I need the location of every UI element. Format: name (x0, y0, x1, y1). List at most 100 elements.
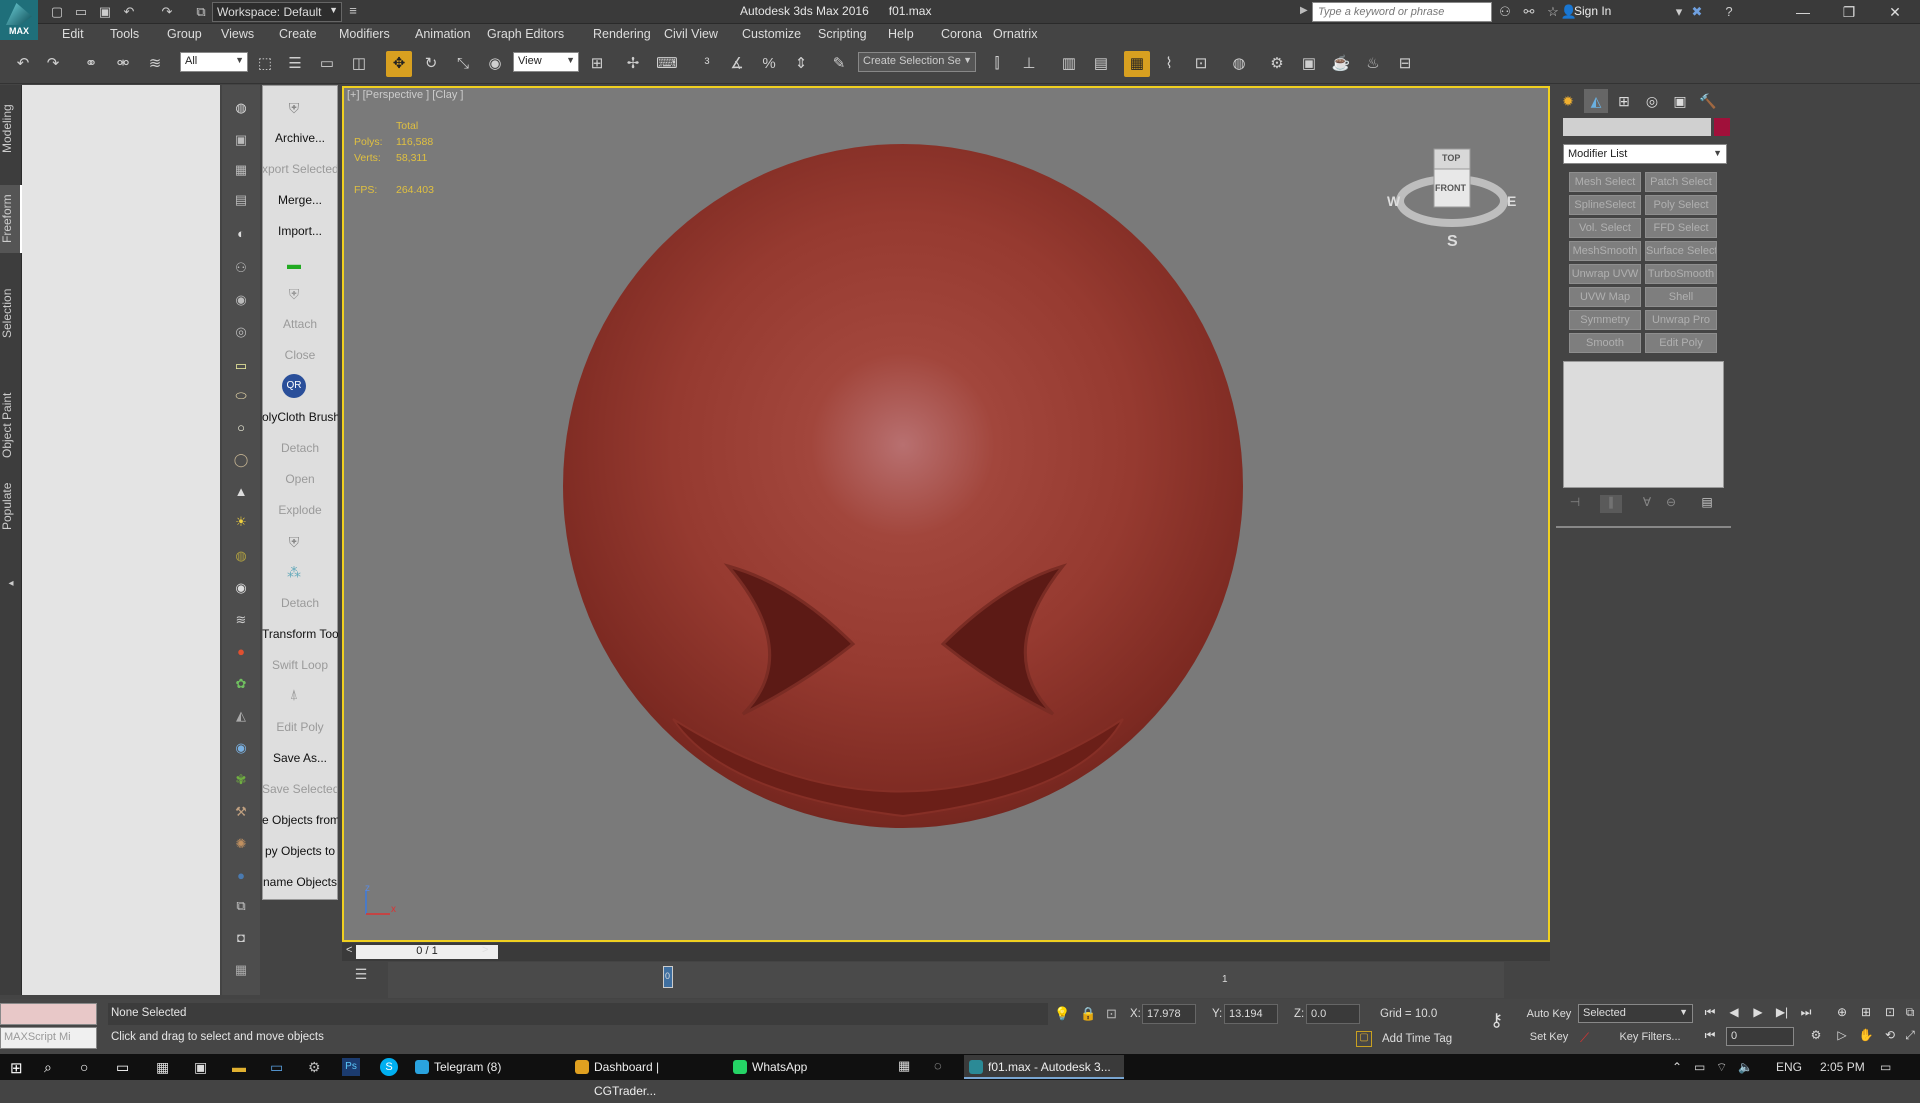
selection-filter-dropdown[interactable]: All ▼ (180, 52, 248, 72)
modifier-button-symmetry[interactable]: Symmetry (1569, 310, 1641, 330)
render-production-icon[interactable]: ☕ (1328, 51, 1354, 77)
ribbon-tab-selection[interactable]: Selection (0, 282, 22, 344)
menu-animation[interactable]: Animation (415, 27, 471, 41)
menu-graph-editors[interactable]: Graph Editors (487, 27, 564, 41)
selection-lock-icon[interactable]: 🔒 (1080, 1006, 1096, 1022)
menu-modifiers[interactable]: Modifiers (339, 27, 390, 41)
command-olycloth-brush[interactable]: olyCloth Brush (262, 406, 338, 428)
restore-icon[interactable]: ❐ (1826, 0, 1872, 24)
redo-icon[interactable]: ↷ (158, 3, 176, 21)
command-swift-loop[interactable]: Swift Loop (262, 654, 338, 676)
named-selection-set-dropdown[interactable]: Create Selection Se ▼ (858, 52, 976, 72)
snaps-toggle-icon[interactable]: ³ (694, 51, 720, 77)
command-transform-tool[interactable]: Transform Tool (262, 623, 338, 645)
auto-key-button[interactable]: Auto Key (1524, 1004, 1574, 1024)
time-slider-thumb[interactable]: 0 / 1 (356, 945, 498, 959)
ribbon-tab-populate[interactable]: Populate (0, 475, 22, 537)
render-iterative-icon[interactable]: ♨ (1360, 51, 1386, 77)
show-end-result-icon[interactable]: ∥ (1600, 495, 1622, 513)
track-bar[interactable] (388, 962, 1504, 998)
orbit-icon[interactable]: ⟲ (1880, 1028, 1900, 1046)
modifier-button-vol-select[interactable]: Vol. Select (1569, 218, 1641, 238)
modifier-button-poly-select[interactable]: Poly Select (1645, 195, 1717, 215)
align-objects-icon[interactable]: ◘ (229, 926, 253, 950)
reference-coordinate-dropdown[interactable]: View ▼ (513, 52, 579, 72)
project-folder-icon[interactable]: ⧉ (192, 3, 210, 21)
select-manipulate-icon[interactable]: ✢ (620, 51, 646, 77)
zoom-extents-all-icon[interactable]: ⧉ (1900, 1005, 1920, 1023)
maximize-viewport-icon[interactable]: ⤢ (1900, 1028, 1920, 1046)
schematic-view-icon[interactable]: ⊡ (1188, 51, 1214, 77)
command-explode[interactable]: Explode (262, 499, 338, 521)
curve-editor-icon[interactable]: ⌇ (1156, 51, 1182, 77)
network-icon[interactable]: ▭ (1694, 1060, 1705, 1074)
pivot-center-icon[interactable]: ⊞ (584, 51, 610, 77)
align-icon[interactable]: ⊥ (1016, 51, 1042, 77)
edit-poly-icon[interactable]: ⍋ (282, 682, 306, 706)
menu-group[interactable]: Group (167, 27, 202, 41)
sun-light-icon[interactable]: ☀ (229, 510, 253, 534)
skype-icon[interactable]: S (380, 1058, 398, 1076)
layer-icon[interactable]: ▦ (229, 958, 253, 982)
grass-icon[interactable]: ✾ (229, 768, 253, 792)
sign-in-dropdown-icon[interactable]: ▾ (1670, 3, 1688, 21)
modifier-button-ffd-select[interactable]: FFD Select (1645, 218, 1717, 238)
mirror-icon[interactable]: ⫿ (984, 51, 1010, 77)
taskbar-app-telegram-8[interactable]: Telegram (8) (410, 1055, 534, 1079)
command-py-objects-to[interactable]: py Objects to (262, 840, 338, 862)
object-color-swatch[interactable] (1714, 118, 1730, 136)
hierarchy-tab-icon[interactable]: ⊞ (1612, 89, 1636, 113)
scene-explorer-list[interactable] (22, 85, 220, 995)
toggle-ribbon-icon[interactable]: ▦ (1124, 51, 1150, 77)
viewport-label-menu[interactable]: [+] [Perspective ] [Clay ] (347, 89, 463, 101)
command-e-objects-from[interactable]: e Objects from (262, 809, 338, 831)
wifi-icon[interactable]: ⌔ (1716, 1060, 1727, 1075)
workspace-selector[interactable]: Workspace: Default ▼ (212, 2, 342, 22)
undo-icon[interactable]: ↶ (120, 3, 138, 21)
zoom-icon[interactable]: ⊕ (1832, 1005, 1852, 1023)
toggle-scene-explorer-icon[interactable]: ▥ (1056, 51, 1082, 77)
create-tab-sun-icon[interactable]: ✹ (1556, 89, 1580, 113)
command-detach[interactable]: Detach (262, 437, 338, 459)
modifier-button-uvw-map[interactable]: UVW Map (1569, 287, 1641, 307)
new-file-icon[interactable]: ▢ (48, 3, 66, 21)
command-attach[interactable]: Attach (262, 313, 338, 335)
sphere-icon[interactable]: ○ (229, 416, 253, 440)
toggle-layer-explorer-icon[interactable]: ▤ (1088, 51, 1114, 77)
scene-explorer-panel[interactable] (22, 85, 220, 995)
render-setup-icon[interactable]: ⚙ (1264, 51, 1290, 77)
ellipse-icon[interactable]: ⬭ (229, 384, 253, 408)
taskbar-app-whatsapp[interactable]: WhatsApp (728, 1055, 828, 1079)
tray-overflow-icon[interactable]: ⌃ (1672, 1060, 1682, 1074)
cylinder-icon[interactable]: ◍ (229, 544, 253, 568)
physics-ball-icon[interactable]: ● (229, 640, 253, 664)
taskbar-app-icon[interactable]: ▦ (898, 1058, 910, 1074)
taskbar-app-f01-max-autodesk-3[interactable]: f01.max - Autodesk 3... (964, 1055, 1124, 1079)
globe-icon[interactable]: ◉ (229, 736, 253, 760)
go-to-end-icon[interactable]: ⏭ (1796, 1005, 1816, 1023)
plus-green-icon[interactable]: ▬ (282, 252, 306, 276)
plane-icon[interactable]: ▭ (229, 354, 253, 378)
set-key-button[interactable]: Set Key (1524, 1027, 1574, 1047)
redo-icon[interactable]: ↷ (40, 51, 66, 77)
key-selection-set-dropdown[interactable]: Selected ▼ (1578, 1004, 1693, 1023)
input-language[interactable]: ENG (1776, 1060, 1802, 1074)
menu-civil-view[interactable]: Civil View (664, 27, 718, 41)
attach-shield-icon[interactable]: ⛨ (282, 282, 306, 306)
film-icon[interactable]: ◎ (229, 320, 253, 344)
command-xport-selected[interactable]: xport Selected (262, 158, 338, 180)
taskbar-app-dashboard-cgtrader[interactable]: Dashboard | CGTrader... (570, 1055, 725, 1098)
motion-tab-icon[interactable]: ◎ (1640, 89, 1664, 113)
object-name-field[interactable] (1563, 118, 1711, 136)
shield-icon[interactable]: ⛨ (282, 96, 306, 120)
percent-snap-icon[interactable]: % (756, 51, 782, 77)
file-explorer-icon[interactable]: ▬ (232, 1059, 246, 1075)
volume-icon[interactable]: 🔈 (1738, 1060, 1753, 1074)
zoom-all-icon[interactable]: ⊞ (1856, 1005, 1876, 1023)
unlink-icon[interactable]: ⚮ (110, 51, 136, 77)
time-slider[interactable]: < 0 / 1 > (342, 943, 1550, 961)
pin-stack-icon[interactable]: ⊣ (1564, 495, 1586, 513)
default-in-out-tangent-icon[interactable]: ⟋ (1580, 1030, 1589, 1046)
make-unique-icon[interactable]: ∀ (1636, 495, 1658, 513)
binoculars-icon[interactable]: ⚇ (1496, 3, 1514, 21)
